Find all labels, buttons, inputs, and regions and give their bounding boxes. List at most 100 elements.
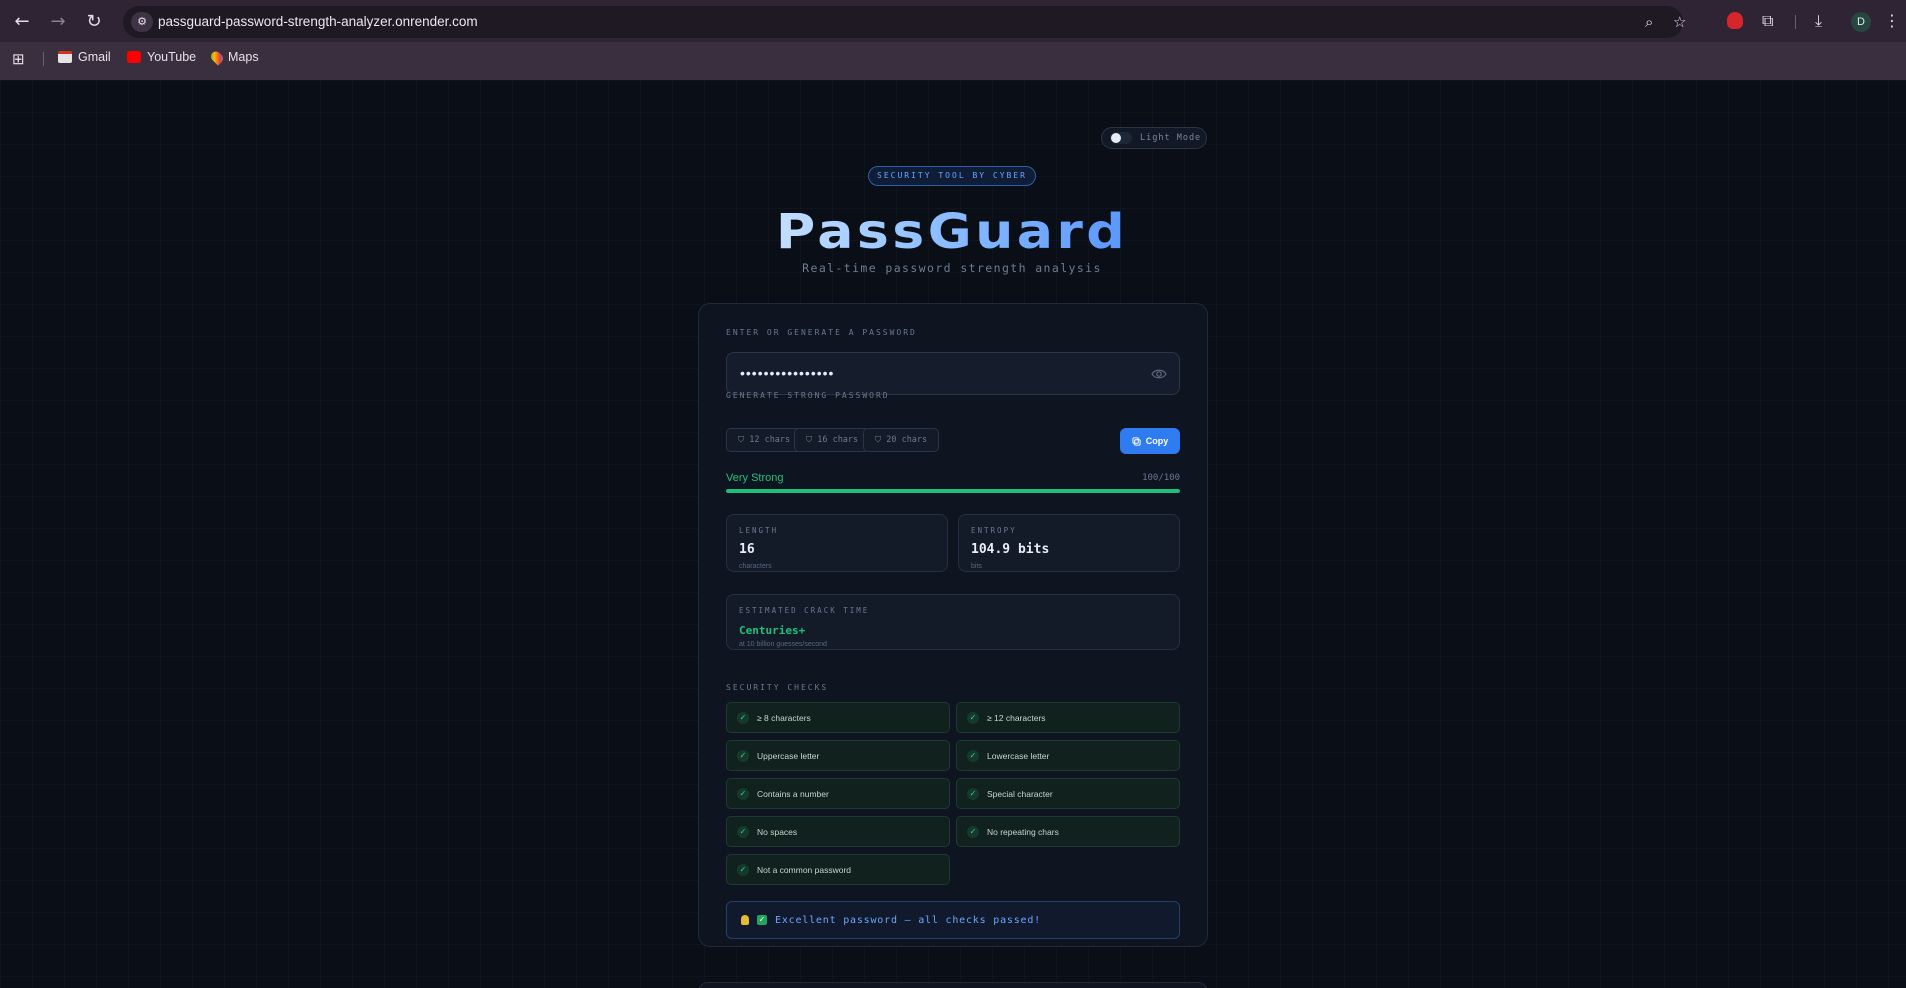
gmail-icon <box>58 51 72 63</box>
generate-option-label: 20 chars <box>886 435 928 445</box>
password-value[interactable]: •••••••••••••••• <box>740 365 834 381</box>
crack-time-title: ESTIMATED CRACK TIME <box>739 606 870 615</box>
check-item: ✓ Special character <box>956 778 1180 809</box>
mode-toggle-label: Light Mode <box>1140 133 1202 143</box>
shield-icon: ⛉ <box>737 435 745 445</box>
check-label: Special character <box>987 788 1053 799</box>
crack-time-value: Centuries+ <box>739 624 806 637</box>
check-label: Uppercase letter <box>757 750 820 761</box>
generate-12-button[interactable]: ⛉ 12 chars <box>726 428 802 452</box>
check-item: ✓ No spaces <box>726 816 950 847</box>
youtube-icon <box>127 51 141 63</box>
entropy-value: 104.9 bits <box>971 542 1050 557</box>
length-unit: characters <box>739 563 772 570</box>
zoom-icon[interactable]: ⌕ <box>1645 13 1653 31</box>
copy-button[interactable]: Copy <box>1120 428 1180 454</box>
strength-label: Very Strong <box>726 472 784 484</box>
page-subtitle: Real-time password strength analysis <box>802 261 1102 275</box>
browser-chrome: ← → ↻ ⚙ passguard-password-strength-anal… <box>0 0 1906 80</box>
check-label: ≥ 12 characters <box>987 712 1046 723</box>
entropy-title: ENTROPY <box>971 526 1017 535</box>
check-icon: ✓ <box>967 749 979 762</box>
check-item: ✓ Lowercase letter <box>956 740 1180 771</box>
crack-time-note: at 10 billion guesses/second <box>739 641 827 648</box>
check-label: Lowercase letter <box>987 750 1050 761</box>
check-icon: ✓ <box>737 825 749 838</box>
shield-icon: ⛉ <box>874 435 882 445</box>
generate-16-button[interactable]: ⛉ 16 chars <box>794 428 870 452</box>
check-label: Not a common password <box>757 864 852 875</box>
check-label: No repeating chars <box>987 826 1059 837</box>
check-icon: ✓ <box>967 825 979 838</box>
bookmark-youtube[interactable]: YouTube <box>127 50 196 64</box>
bookmarks-divider <box>43 52 44 66</box>
length-value: 16 <box>739 542 755 557</box>
generate-option-label: 16 chars <box>817 435 859 445</box>
input-label: ENTER OR GENERATE A PASSWORD <box>726 328 917 337</box>
extensions-puzzle-icon[interactable]: ⧉ <box>1762 11 1773 31</box>
toolbar-divider <box>1795 15 1796 29</box>
reload-icon[interactable]: ↻ <box>82 10 106 34</box>
strength-bar <box>726 489 1180 493</box>
check-icon: ✓ <box>967 711 979 724</box>
page-title: PassGuard <box>726 200 1178 264</box>
check-item: ✓ No repeating chars <box>956 816 1180 847</box>
checkbox-icon: ✓ <box>757 915 767 925</box>
header-badge: SECURITY TOOL BY CYBER <box>868 166 1036 186</box>
generate-20-button[interactable]: ⛉ 20 chars <box>863 428 939 452</box>
lightbulb-icon <box>741 915 749 925</box>
length-title: LENGTH <box>739 526 779 535</box>
check-icon: ✓ <box>737 711 749 724</box>
check-label: No spaces <box>757 826 798 837</box>
check-icon: ✓ <box>737 787 749 800</box>
strength-bar-fill <box>726 489 1180 493</box>
check-icon: ✓ <box>737 749 749 762</box>
back-icon[interactable]: ← <box>10 10 34 34</box>
check-icon: ✓ <box>967 787 979 800</box>
url-text[interactable]: passguard-password-strength-analyzer.onr… <box>158 14 478 29</box>
summary-banner: ✓ Excellent password — all checks passed… <box>726 901 1180 939</box>
check-label: Contains a number <box>757 788 829 799</box>
forward-icon[interactable]: → <box>46 10 70 34</box>
next-card <box>698 982 1208 988</box>
entropy-unit: bits <box>971 563 982 570</box>
crack-time-box: ESTIMATED CRACK TIME Centuries+ at 10 bi… <box>726 594 1180 650</box>
bookmark-star-icon[interactable]: ☆ <box>1673 13 1686 31</box>
checks-label: SECURITY CHECKS <box>726 683 829 692</box>
length-stat: LENGTH 16 characters <box>726 514 948 572</box>
copy-label: Copy <box>1145 436 1169 446</box>
apps-grid-icon[interactable]: ⊞ <box>12 50 25 68</box>
check-item: ✓ ≥ 8 characters <box>726 702 950 733</box>
bookmark-gmail[interactable]: Gmail <box>58 50 111 64</box>
check-item: ✓ Not a common password <box>726 854 950 885</box>
summary-text: Excellent password — all checks passed! <box>775 914 1041 926</box>
light-mode-toggle[interactable]: Light Mode <box>1101 127 1207 149</box>
extension-icon[interactable] <box>1727 12 1743 29</box>
site-settings-icon[interactable]: ⚙ <box>131 12 153 32</box>
bookmark-label: YouTube <box>147 50 197 64</box>
address-bar[interactable]: ⚙ passguard-password-strength-analyzer.o… <box>123 6 1686 38</box>
check-icon: ✓ <box>737 863 749 876</box>
analyzer-card: ENTER OR GENERATE A PASSWORD •••••••••••… <box>698 303 1208 947</box>
toggle-switch[interactable] <box>1110 132 1132 144</box>
menu-icon[interactable]: ⋮ <box>1884 11 1900 30</box>
bookmark-maps[interactable]: Maps <box>208 48 259 66</box>
password-input[interactable]: •••••••••••••••• <box>726 352 1180 395</box>
shield-icon: ⛉ <box>805 435 813 445</box>
check-item: ✓ Contains a number <box>726 778 950 809</box>
bookmark-label: Maps <box>228 50 259 64</box>
check-item: ✓ ≥ 12 characters <box>956 702 1180 733</box>
eye-icon[interactable] <box>1151 366 1167 382</box>
maps-pin-icon <box>208 48 226 66</box>
generate-option-label: 12 chars <box>749 435 791 445</box>
bookmark-label: Gmail <box>78 50 111 64</box>
page-body: Light Mode SECURITY TOOL BY CYBER PassGu… <box>0 80 1906 988</box>
strength-score: 100/100 <box>1142 473 1180 483</box>
bookmarks-bar: ⊞ Gmail YouTube Maps <box>0 46 1906 72</box>
download-icon[interactable]: ⤓ <box>1815 11 1822 31</box>
profile-avatar[interactable]: D <box>1851 12 1871 32</box>
check-label: ≥ 8 characters <box>757 712 811 723</box>
copy-icon <box>1132 436 1141 446</box>
entropy-stat: ENTROPY 104.9 bits bits <box>958 514 1180 572</box>
generate-label: GENERATE STRONG PASSWORD <box>726 391 890 400</box>
